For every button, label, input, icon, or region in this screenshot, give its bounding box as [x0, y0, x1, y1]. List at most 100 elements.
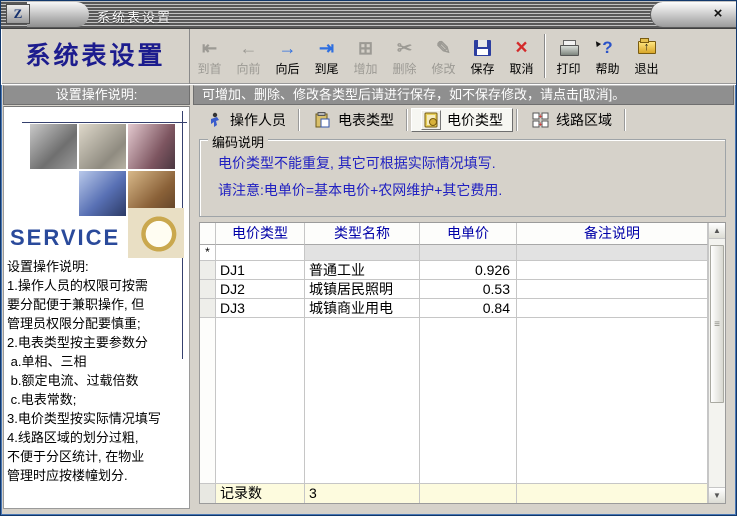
cell-unit-price[interactable]: 0.53 — [420, 280, 517, 299]
pocket-watch-photo — [128, 208, 184, 258]
sidebar: SERVICE 设置操作说明: 1.操作人员的权限可按需 要分配便于兼职操作, … — [3, 106, 190, 509]
notice-line-1: 电价类型不能重复, 其它可根据实际情况填写. — [218, 150, 725, 177]
empty-col — [305, 318, 420, 483]
summary-empty-cell — [420, 483, 517, 503]
exit-folder-icon: ↑ — [638, 41, 656, 54]
empty-col — [216, 318, 305, 483]
cell-note[interactable] — [517, 299, 708, 318]
tool-photo — [30, 124, 77, 169]
main-panel: 操作人员 电表类型 电价类型 — [191, 106, 734, 509]
cell-unit-price[interactable]: 0.926 — [420, 261, 517, 280]
encoding-notes-groupbox: 编码说明 电价类型不能重复, 其它可根据实际情况填写. 请注意:电单价=基本电价… — [199, 139, 726, 217]
cell-price-type[interactable]: DJ1 — [216, 261, 305, 280]
sidebar-header: 设置操作说明: — [3, 85, 190, 105]
go-last-button[interactable]: ⇥ 到尾 — [307, 31, 346, 81]
red-x-icon: × — [515, 36, 527, 60]
tab-meter-types-label: 电表类型 — [338, 110, 394, 130]
row-selector[interactable] — [200, 280, 216, 299]
new-record-row[interactable]: * — [200, 245, 708, 261]
tab-line-regions-label: 线路区域 — [556, 110, 612, 130]
table-row[interactable]: DJ1 普通工业 0.926 — [200, 261, 708, 280]
col-header-note: 备注说明 — [517, 223, 708, 245]
col-header-unit-price: 电单价 — [420, 223, 517, 245]
empty-col — [420, 318, 517, 483]
cell-type-name[interactable]: 普通工业 — [305, 261, 420, 280]
window-title: 系统表设置 — [97, 7, 172, 26]
titlebar-decor-wedge — [27, 2, 89, 27]
tab-separator — [624, 109, 626, 131]
empty-col — [517, 318, 708, 483]
add-label: 增加 — [353, 60, 377, 77]
help-label: 帮助 — [595, 60, 619, 77]
cell-price-type[interactable]: DJ2 — [216, 280, 305, 299]
go-next-icon: → — [279, 36, 297, 60]
cell-type-name[interactable]: 城镇居民照明 — [305, 280, 420, 299]
tab-operators-label: 操作人员 — [230, 110, 286, 130]
pens-photo — [128, 124, 175, 169]
cell-type-name[interactable]: 城镇商业用电 — [305, 299, 420, 318]
record-count-label: 记录数 — [216, 483, 305, 503]
app-logo-icon: Z — [6, 4, 30, 24]
vertical-scrollbar: ▲ ≡ ▼ — [708, 223, 725, 503]
save-button[interactable]: 保存 — [463, 31, 502, 81]
page-title: 系统表设置 — [1, 29, 190, 84]
cell-unit-price[interactable]: 0.84 — [420, 299, 517, 318]
tab-line-regions[interactable]: ++ 线路区域 — [521, 108, 621, 132]
new-record-cell[interactable] — [216, 245, 305, 261]
row-selector-header — [200, 223, 216, 245]
exit-label: 退出 — [634, 60, 658, 77]
pen-photo — [79, 124, 126, 169]
modify-button[interactable]: ✎ 修改 — [424, 31, 463, 81]
table-row[interactable]: DJ3 城镇商业用电 0.84 — [200, 299, 708, 318]
tab-price-types[interactable]: 电价类型 — [411, 108, 513, 132]
toolbar: 系统表设置 ⇤ 到首 ← 向前 → 向后 ⇥ 到尾 ⊞ 增加 ✂ 删除 ✎ 修改 — [1, 29, 736, 84]
print-label: 打印 — [556, 60, 580, 77]
cancel-label: 取消 — [509, 60, 533, 77]
go-next-button[interactable]: → 向后 — [268, 31, 307, 81]
modify-label: 修改 — [431, 60, 455, 77]
scroll-up-button[interactable]: ▲ — [709, 223, 725, 239]
tab-meter-types[interactable]: 电表类型 — [303, 108, 403, 132]
go-prev-icon: ← — [240, 36, 258, 60]
new-record-cell[interactable] — [517, 245, 708, 261]
table-row[interactable]: DJ2 城镇居民照明 0.53 — [200, 280, 708, 299]
cell-note[interactable] — [517, 280, 708, 299]
cell-note[interactable] — [517, 261, 708, 280]
instructions-text: 设置操作说明: 1.操作人员的权限可按需 要分配便于兼职操作, 但 管理员权限分… — [4, 253, 189, 485]
section-headers: 设置操作说明: 可增加、删除、修改各类型后请进行保存，如不保存修改，请点击[取消… — [1, 84, 736, 105]
exit-button[interactable]: ↑ 退出 — [627, 31, 666, 81]
row-selector[interactable] — [200, 261, 216, 280]
price-type-grid: 电价类型 类型名称 电单价 备注说明 * DJ1 — [199, 222, 726, 504]
record-count-value: 3 — [305, 483, 420, 503]
close-icon[interactable]: × — [709, 5, 727, 23]
delete-button[interactable]: ✂ 删除 — [385, 31, 424, 81]
tab-operators[interactable]: 操作人员 — [195, 108, 295, 132]
go-last-icon: ⇥ — [319, 36, 334, 60]
titlebar: Z 系统表设置 × — [1, 1, 736, 29]
cancel-button[interactable]: × 取消 — [502, 31, 541, 81]
new-record-cell[interactable] — [420, 245, 517, 261]
go-next-label: 向后 — [275, 60, 299, 77]
summary-row: 记录数 3 — [200, 483, 708, 503]
go-first-button[interactable]: ⇤ 到首 — [190, 31, 229, 81]
help-button[interactable]: ? 帮助 — [588, 31, 627, 81]
tab-bar: 操作人员 电表类型 电价类型 — [191, 106, 734, 133]
tab-price-types-label: 电价类型 — [447, 110, 503, 130]
scrollbar-track[interactable]: ≡ — [709, 239, 725, 487]
go-first-icon: ⇤ — [202, 36, 217, 60]
new-record-cell[interactable] — [305, 245, 420, 261]
go-prev-button[interactable]: ← 向前 — [229, 31, 268, 81]
info-bar: 可增加、删除、修改各类型后请进行保存，如不保存修改，请点击[取消]。 — [193, 85, 734, 105]
go-prev-label: 向前 — [236, 60, 260, 77]
service-collage-image: SERVICE — [4, 107, 189, 253]
add-button[interactable]: ⊞ 增加 — [346, 31, 385, 81]
floppy-disk-icon — [474, 40, 491, 56]
cell-price-type[interactable]: DJ3 — [216, 299, 305, 318]
pencil-icon: ✎ — [436, 36, 451, 60]
scroll-down-button[interactable]: ▼ — [709, 487, 725, 503]
notice-line-2: 请注意:电单价=基本电价+农网维护+其它费用. — [218, 177, 725, 204]
print-button[interactable]: 打印 — [549, 31, 588, 81]
scrollbar-thumb[interactable]: ≡ — [710, 245, 724, 403]
row-selector[interactable] — [200, 299, 216, 318]
keyboard-photo — [79, 171, 126, 216]
